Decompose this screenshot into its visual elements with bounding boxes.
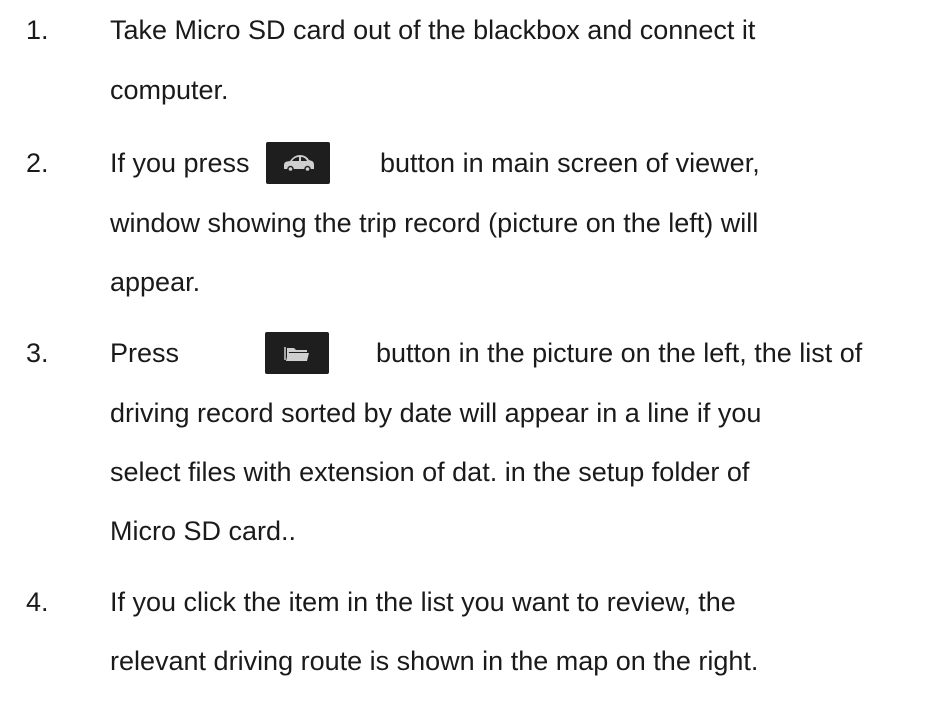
step-text-line: select files with extension of dat. in t… — [110, 457, 750, 487]
file-list-button — [265, 332, 329, 374]
trip-record-button — [266, 142, 330, 184]
step-text-line-after-icon: button in main screen of viewer, — [380, 148, 760, 178]
step-number: 4. — [26, 587, 49, 617]
step-text-line: window showing the trip record (picture … — [110, 208, 759, 238]
step-text-line: If you click the item in the list you wa… — [110, 587, 736, 617]
step-text-line-before-icon: If you press — [110, 148, 250, 178]
step-text-line: relevant driving route is shown in the m… — [110, 646, 759, 676]
step-number: 3. — [26, 338, 49, 368]
step-text-line: computer. — [110, 75, 229, 105]
instruction-list: 1. Take Micro SD card out of the blackbo… — [0, 0, 940, 709]
step-text-line: driving record sorted by date will appea… — [110, 398, 762, 428]
step-number: 2. — [26, 148, 49, 178]
folder-icon — [284, 347, 309, 361]
step-text-line-after-icon: button in the picture on the left, the l… — [376, 338, 863, 368]
car-icon — [284, 155, 314, 173]
step-number: 1. — [26, 15, 49, 45]
step-text-line: appear. — [110, 267, 201, 297]
step-text-line: Take Micro SD card out of the blackbox a… — [110, 15, 756, 45]
step-text-line: Micro SD card.. — [110, 516, 297, 546]
step-text-line-before-icon: Press — [110, 338, 180, 368]
